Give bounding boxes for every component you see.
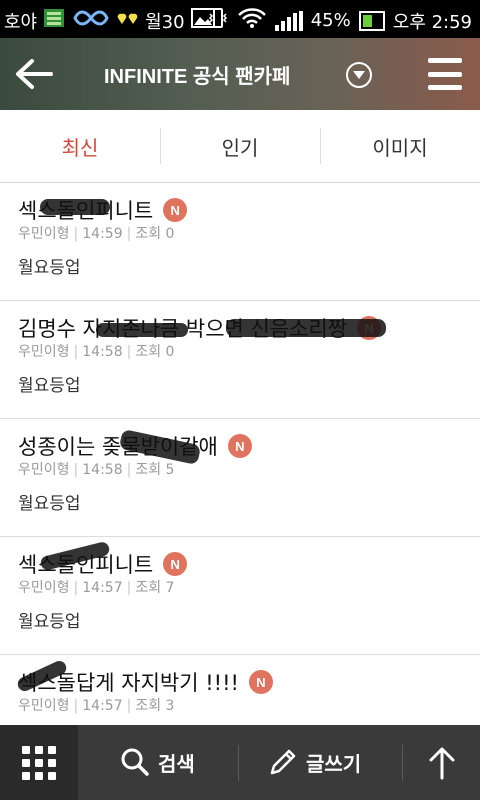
meta-separator: | [126,226,132,242]
post-list: 섹스돌인피니트 N 우민이형|14:59|조회 0 월요등업 김명수 자지존나큼… [0,183,480,715]
hamburger-line [428,85,462,90]
meta-separator: | [73,698,79,714]
list-item[interactable]: 김명수 자지존나큼 박으면 신음소리짱 N 우민이형|14:58|조회 0 월요… [0,301,480,419]
write-button[interactable]: 글쓰기 [268,747,361,777]
signal-app-icon [43,7,65,34]
post-meta: 우민이형 | 14:57 | 조회 7 [18,577,174,597]
meta-separator: | [126,580,132,596]
arrow-up-icon [429,747,455,780]
date-label: 월30 [145,11,185,33]
cafe-title[interactable]: INFINITE 공식 팬카페 [104,60,290,89]
infinite-logo-icon [71,7,111,34]
new-badge: N [227,434,252,458]
post-views: 조회 0 [135,226,175,242]
meta-separator: | [73,344,79,360]
wifi-icon [237,7,267,34]
post-time: 14:57 [82,580,123,596]
tab-images[interactable]: 이미지 [320,110,480,182]
battery-percent: 45% [310,10,351,31]
title-dropdown-button[interactable] [346,62,372,88]
post-views: 조회 3 [135,698,175,714]
new-badge: N [248,670,273,694]
post-author: 우민이형 [18,344,70,360]
scroll-top-button[interactable] [424,745,460,781]
back-arrow-icon [16,59,53,89]
post-time: 14:57 [82,698,123,714]
post-views: 조회 0 [135,344,175,360]
menu-button[interactable] [428,58,462,90]
search-icon [121,748,149,776]
post-author: 우민이형 [18,226,70,242]
hamburger-line [428,71,462,77]
meta-separator: | [73,226,79,242]
hearts-icon [117,10,139,31]
tab-popular[interactable]: 인기 [160,110,320,182]
post-meta: 우민이형 | 14:59 | 조회 0 [18,223,174,243]
meta-separator: | [126,462,132,478]
app-header: INFINITE 공식 팬카페 [0,38,480,110]
meta-separator: | [73,462,79,478]
meta-separator: | [73,580,79,596]
list-item[interactable]: 섹스돌인피니트 N 우민이형|14:59|조회 0 월요등업 [0,183,480,301]
new-badge: N [163,552,188,576]
post-category: 월요등업 [18,376,81,396]
post-time: 14:58 [82,344,123,360]
post-meta: 우민이형 | 14:57 | 조회 3 [18,695,174,715]
list-item[interactable]: 섹스돌인피니트 N 우민이형 | 14:57 | 조회 7 월요등업 [0,537,480,655]
divider [402,745,403,781]
grid-icon [22,745,56,780]
redaction-scribble [96,323,188,337]
cell-signal-icon [274,10,303,31]
post-meta: 우민이형 | 14:58 | 조회 5 [18,459,174,479]
post-time: 14:59 [82,226,123,242]
post-category: 월요등업 [18,258,81,278]
post-views: 조회 7 [135,580,175,596]
post-author: 우민이형 [18,698,70,714]
meta-separator: | [126,698,132,714]
tab-latest[interactable]: 최신 [0,110,160,182]
back-button[interactable] [12,52,56,96]
chevron-down-icon [353,71,365,79]
search-label: 검색 [158,751,195,776]
meta-separator: | [126,344,132,360]
status-bar: 호야 월30 45% 오후 2:59 [0,0,480,38]
write-label: 글쓰기 [306,751,362,776]
hamburger-line [428,58,462,63]
list-item[interactable]: 섹스돌답게 자지박기 !!!! N 우민이형 | 14:57 | 조회 3 [0,655,480,715]
post-author: 우민이형 [18,580,70,596]
carrier-label: 호야 [4,11,38,33]
post-meta: 우민이형 | 14:58 | 조회 0 [18,341,174,361]
pencil-icon [270,749,296,775]
redaction-scribble [226,319,386,337]
list-item[interactable]: 성종이는 좆물받이같애 N 우민이형 | 14:58 | 조회 5 월요등업 [0,419,480,537]
search-button[interactable]: 검색 [120,747,195,777]
post-category: 월요등업 [18,612,81,632]
post-author: 우민이형 [18,462,70,478]
post-time: 14:58 [82,462,123,478]
post-category: 월요등업 [18,494,81,514]
vibrate-icon [207,7,229,34]
clock: 오후 2:59 [392,11,472,33]
post-views: 조회 5 [135,462,175,478]
bottom-toolbar: 검색 글쓰기 [0,725,480,800]
apps-grid-button[interactable] [0,725,78,800]
battery-icon [358,10,385,31]
redaction-scribble [40,199,110,215]
divider [238,745,239,781]
new-badge: N [163,198,188,222]
tab-bar: 최신 인기 이미지 [0,110,480,183]
